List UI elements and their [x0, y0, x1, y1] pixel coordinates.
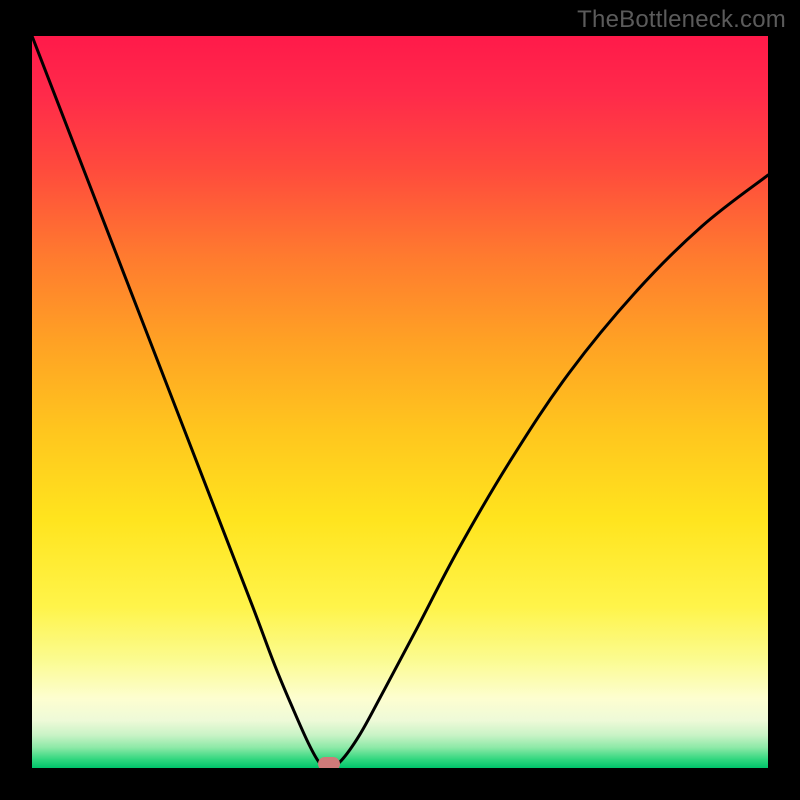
- optimal-point-marker: [318, 757, 340, 768]
- watermark-text: TheBottleneck.com: [577, 6, 786, 34]
- chart-frame: TheBottleneck.com: [0, 0, 800, 800]
- bottleneck-curve: [32, 36, 768, 768]
- plot-area: [32, 36, 768, 768]
